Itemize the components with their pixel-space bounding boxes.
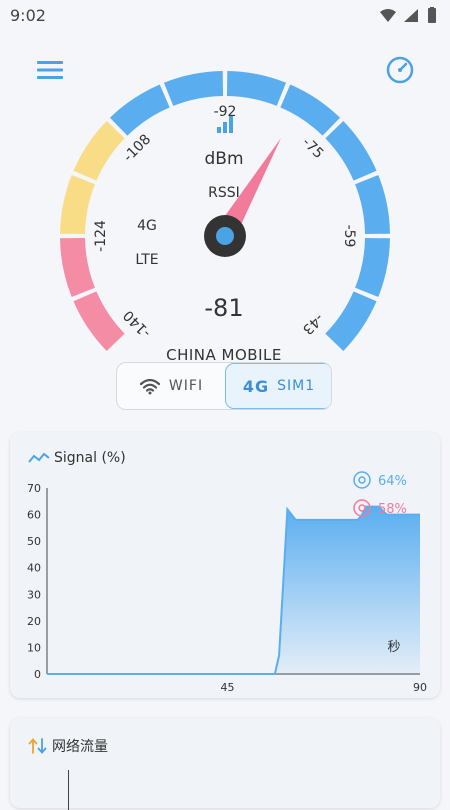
gauge-segment [109, 84, 170, 136]
gauge-scale-label: -92 [214, 104, 237, 120]
x-tick-label: 90 [413, 681, 427, 694]
x-tick-label: 45 [221, 681, 235, 694]
wifi-status-icon [380, 9, 396, 22]
status-bar: 9:02 [0, 0, 450, 32]
y-tick-label: 20 [27, 615, 41, 628]
gauge-segment [325, 120, 377, 181]
gauge-tech-line2: LTE [135, 252, 158, 268]
traffic-card: 网络流量 [10, 718, 440, 810]
y-tick-label: 10 [27, 641, 41, 654]
gauge-scale-label: -75 [299, 135, 326, 162]
y-tick-label: 50 [27, 535, 41, 548]
battery-icon [428, 7, 436, 23]
legend-icon-1 [353, 471, 371, 489]
y-tick-label: 40 [27, 562, 41, 575]
y-tick-label: 30 [27, 588, 41, 601]
gauge-segment [355, 237, 390, 298]
gauge-scale-label: -124 [93, 220, 109, 252]
gauge-segment [280, 84, 341, 136]
signal-gauge: -140 -124 -108 -92 -75 -59 -43 dBm RSSI 4G LTE… [0, 60, 450, 370]
wifi-tab[interactable]: WIFI [117, 363, 225, 409]
wifi-tab-label: WIFI [168, 378, 204, 394]
gauge-tech-line1: 4G [137, 218, 157, 234]
gauge-svg: -140 -124 -108 -92 -75 -59 -43 dBm RSSI 4G LTE… [60, 71, 390, 364]
gauge-value: -81 [204, 294, 243, 322]
status-icons [378, 7, 442, 29]
gauge-metric: RSSI [208, 185, 240, 201]
traffic-card-title-text: 网络流量 [52, 739, 108, 755]
network-toggle: WIFI 4G SIM1 [116, 362, 332, 410]
gauge-segment [73, 120, 125, 181]
legend-item-1: 64% [353, 471, 407, 489]
gauge-scale-label: -43 [299, 310, 326, 337]
gauge-scale-label: -108 [120, 131, 154, 165]
gauge-hub-dot [216, 227, 234, 245]
gauge-segment [325, 291, 377, 352]
up-down-arrows-icon [28, 738, 47, 754]
wifi-icon [139, 378, 161, 395]
gauge-segment [355, 174, 390, 235]
signal-chart: 0 10 20 30 40 50 60 70 45 90 64% 58% 秒 [27, 471, 427, 694]
gauge-segment [73, 291, 125, 352]
gauge-scale-label: -140 [120, 307, 154, 341]
gauge-scale-label: -59 [341, 225, 357, 248]
y-tick-label: 70 [27, 482, 41, 495]
y-tick-label: 0 [34, 668, 41, 681]
time-unit-label: 秒 [387, 640, 400, 655]
signal-card: Signal (%) 0 10 20 30 40 50 60 70 45 90 64% 58% 秒 [10, 432, 440, 698]
sim-badge: 4G [242, 376, 270, 396]
cell-signal-icon [404, 9, 418, 22]
gauge-segment [60, 174, 95, 235]
gauge-segment [226, 71, 287, 106]
traffic-card-title: 网络流量 [28, 736, 108, 756]
legend-value-2: 58% [378, 502, 407, 517]
sim1-tab[interactable]: 4G SIM1 [225, 363, 331, 409]
y-tick-label: 60 [27, 509, 41, 522]
gauge-segment [60, 237, 95, 298]
traffic-chart-axis [68, 770, 69, 810]
status-time: 9:02 [10, 6, 46, 25]
legend-value-1: 64% [378, 474, 407, 489]
sim-tab-label: SIM1 [277, 378, 316, 394]
gauge-unit: dBm [204, 149, 243, 169]
gauge-segment [163, 71, 224, 106]
